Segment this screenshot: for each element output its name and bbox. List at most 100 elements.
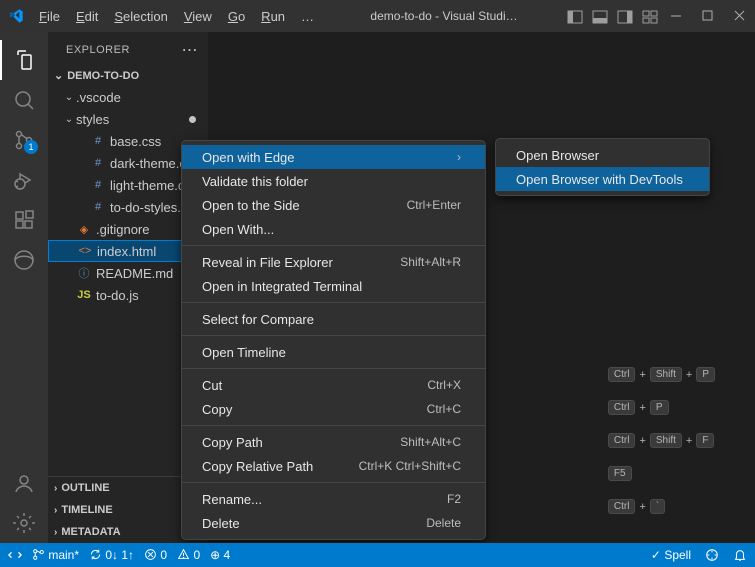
close-button[interactable] — [733, 9, 747, 23]
minimize-button[interactable] — [669, 9, 683, 23]
context-item-label: Copy Path — [202, 435, 263, 450]
context-item-label: Copy Relative Path — [202, 459, 313, 474]
vscode-logo-icon — [8, 8, 24, 24]
shortcut-label: F2 — [447, 492, 461, 506]
toggle-panel-right-icon[interactable] — [617, 9, 632, 24]
scm-badge: 1 — [24, 140, 38, 154]
window-controls — [669, 9, 747, 23]
title-bar: FileEditSelectionViewGoRun… demo-to-do -… — [0, 0, 755, 32]
tree-item-label: .vscode — [76, 90, 121, 105]
menu-edit[interactable]: Edit — [69, 5, 105, 28]
info-file-icon: ⓘ — [76, 265, 92, 281]
tree-item-label: base.css — [110, 134, 161, 149]
kbd-key: Ctrl — [608, 433, 636, 448]
context-item[interactable]: Rename... F2 — [182, 487, 485, 511]
customize-layout-icon[interactable] — [642, 9, 657, 24]
tree-folder[interactable]: ⌄.vscode — [48, 86, 208, 108]
kbd-key: F5 — [608, 466, 632, 481]
status-branch[interactable]: main* — [32, 548, 79, 562]
tree-item-label: README.md — [96, 266, 173, 281]
activity-settings-icon[interactable] — [0, 503, 48, 543]
kbd-key: Ctrl — [608, 499, 636, 514]
submenu-item[interactable]: Open Browser — [496, 143, 709, 167]
context-item[interactable]: Open with Edge› — [182, 145, 485, 169]
context-item[interactable]: CopyCtrl+C — [182, 397, 485, 421]
explorer-more-icon[interactable]: ⋯ — [182, 40, 199, 60]
activity-bar: 1 — [0, 32, 48, 543]
tree-item-label: styles — [76, 112, 109, 127]
activity-account-icon[interactable] — [0, 463, 48, 503]
context-item-label: Rename... — [202, 492, 262, 507]
shortcut-label: Shift+Alt+C — [400, 435, 461, 449]
context-menu: Open with Edge› Validate this folder Open … — [181, 140, 486, 540]
shortcut-label: Ctrl+K Ctrl+Shift+C — [359, 459, 461, 473]
tree-item-label: .gitignore — [96, 222, 149, 237]
shortcut-label: Delete — [426, 516, 461, 530]
context-item[interactable]: Reveal in File ExplorerShift+Alt+R — [182, 250, 485, 274]
status-bell-icon[interactable] — [733, 548, 747, 562]
css-file-icon: # — [90, 157, 106, 169]
context-item-label: Open Timeline — [202, 345, 286, 360]
html-file-icon: <> — [77, 245, 93, 257]
kbd-key: Shift — [650, 433, 682, 448]
kbd-key: P — [696, 367, 715, 382]
activity-explorer-icon[interactable] — [0, 40, 48, 80]
project-root-label: DEMO-TO-DO — [67, 70, 139, 82]
context-item[interactable]: Open to the Side Ctrl+Enter — [182, 193, 485, 217]
kbd-key: Ctrl — [608, 367, 636, 382]
submenu-item-label: Open Browser with DevTools — [516, 172, 683, 187]
menu-run[interactable]: Run — [254, 5, 292, 28]
css-file-icon: # — [90, 201, 106, 213]
status-warnings[interactable]: 0 — [177, 548, 200, 562]
status-add[interactable]: ⊕ 4 — [210, 548, 230, 562]
context-item[interactable]: Validate this folder — [182, 169, 485, 193]
menu-overflow[interactable]: … — [294, 5, 321, 28]
maximize-button[interactable] — [701, 9, 715, 23]
toggle-panel-left-icon[interactable] — [567, 9, 582, 24]
activity-extensions-icon[interactable] — [0, 200, 48, 240]
context-item[interactable]: CutCtrl+X — [182, 373, 485, 397]
chevron-right-icon: › — [457, 150, 461, 164]
toggle-panel-bottom-icon[interactable] — [592, 9, 607, 24]
context-item-label: Validate this folder — [202, 174, 308, 189]
status-remote-icon[interactable] — [8, 548, 22, 562]
context-item[interactable]: Open Timeline — [182, 340, 485, 364]
project-root[interactable]: ⌄ DEMO-TO-DO — [48, 67, 208, 84]
kbd-key: Ctrl — [608, 400, 636, 415]
context-item-label: Delete — [202, 516, 240, 531]
git-file-icon: ◈ — [76, 223, 92, 236]
chevron-down-icon: ⌄ — [62, 92, 76, 103]
activity-search-icon[interactable] — [0, 80, 48, 120]
menu-file[interactable]: File — [32, 5, 67, 28]
tree-item-label: index.html — [97, 244, 156, 259]
layout-icons — [567, 9, 657, 24]
context-item[interactable]: Copy Path Shift+Alt+C — [182, 430, 485, 454]
menu-view[interactable]: View — [177, 5, 219, 28]
kbd-key: F — [696, 433, 714, 448]
context-item[interactable]: Open With... — [182, 217, 485, 241]
submenu-item[interactable]: Open Browser with DevTools — [496, 167, 709, 191]
shortcut-label: Shift+Alt+R — [400, 255, 461, 269]
activity-edge-icon[interactable] — [0, 240, 48, 280]
status-feedback-icon[interactable] — [705, 548, 719, 562]
context-item-label: Cut — [202, 378, 222, 393]
status-sync[interactable]: 0↓ 1↑ — [89, 548, 134, 562]
activity-debug-icon[interactable] — [0, 160, 48, 200]
context-item[interactable]: Open in Integrated Terminal — [182, 274, 485, 298]
context-item[interactable]: Copy Relative Path Ctrl+K Ctrl+Shift+C — [182, 454, 485, 478]
modified-indicator-icon — [189, 116, 196, 123]
context-item[interactable]: Select for Compare — [182, 307, 485, 331]
context-item-label: Copy — [202, 402, 232, 417]
shortcut-label: Ctrl+Enter — [407, 198, 461, 212]
menu-go[interactable]: Go — [221, 5, 252, 28]
menu-selection[interactable]: Selection — [107, 5, 174, 28]
context-item-label: Open to the Side — [202, 198, 300, 213]
status-errors[interactable]: 0 — [144, 548, 167, 562]
context-item[interactable]: Delete Delete — [182, 511, 485, 535]
menu-bar: FileEditSelectionViewGoRun… — [32, 5, 321, 28]
context-submenu: Open Browser Open Browser with DevTools — [495, 138, 710, 196]
status-bar: main* 0↓ 1↑ 0 0 ⊕ 4 ✓ Spell — [0, 543, 755, 567]
tree-folder[interactable]: ⌄styles — [48, 108, 208, 130]
status-spell[interactable]: ✓ Spell — [651, 548, 691, 562]
activity-scm-icon[interactable]: 1 — [0, 120, 48, 160]
